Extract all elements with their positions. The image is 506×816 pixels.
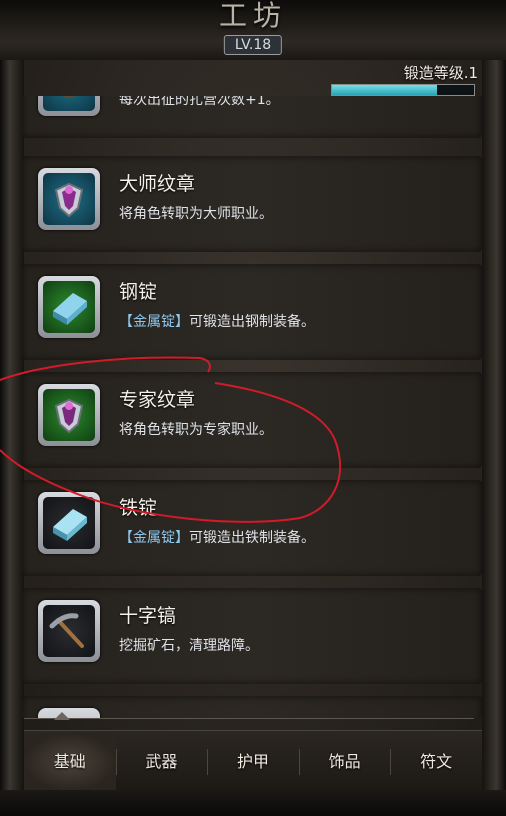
frame-right-border: [482, 0, 506, 816]
item-description: 每次出征的扎营次数+1。: [119, 96, 280, 108]
item-desc-text: 可锻造出钢制装备。: [189, 314, 315, 330]
item-name: 钢锭: [119, 281, 158, 303]
forge-progress-fill: [332, 85, 438, 95]
steel-ingot-icon: [43, 281, 95, 333]
level-badge: LV.18: [223, 35, 283, 55]
item-icon-frame: [38, 96, 100, 116]
list-item[interactable]: 大师纹章 将角色转职为大师职业。: [22, 156, 482, 252]
item-desc-tag: 【金属锭】: [119, 530, 189, 546]
item-name: 十字镐: [119, 605, 177, 627]
forge-progress-bar: [331, 84, 475, 96]
item-icon-frame: [38, 492, 100, 554]
frame-left-border: [0, 0, 24, 816]
tab-armor[interactable]: 护甲: [207, 733, 299, 791]
list-item[interactable]: 每次出征的扎营次数+1。: [22, 96, 482, 138]
list-item[interactable]: [22, 696, 482, 718]
list-item[interactable]: 钢锭 【金属锭】可锻造出钢制装备。: [22, 264, 482, 360]
scroll-up-arrow-icon[interactable]: [54, 712, 70, 720]
list-item[interactable]: 十字镐 挖掘矿石，清理路障。: [22, 588, 482, 684]
pickaxe-icon: [43, 605, 95, 657]
item-name: 专家纹章: [119, 389, 196, 411]
list-bottom-divider: [24, 718, 474, 719]
tab-weapons[interactable]: 武器: [115, 733, 208, 791]
master-emblem-icon: [43, 173, 95, 225]
list-item[interactable]: 专家纹章 将角色转职为专家职业。: [22, 372, 482, 468]
expert-emblem-icon: [43, 389, 95, 441]
item-desc-tag: 【金属锭】: [119, 314, 189, 330]
item-description: 【金属锭】可锻造出钢制装备。: [119, 311, 315, 331]
tab-runes[interactable]: 符文: [390, 733, 482, 791]
item-description: 将角色转职为大师职业。: [119, 206, 273, 222]
list-item[interactable]: 铁锭 【金属锭】可锻造出铁制装备。: [22, 480, 482, 576]
iron-ingot-icon: [43, 497, 95, 549]
workshop-item-list[interactable]: 每次出征的扎营次数+1。 大师纹章 将角色转职为大师职业。 钢锭 【金属锭】可锻…: [22, 96, 482, 718]
item-description: 挖掘矿石，清理路障。: [119, 638, 259, 654]
item-name: 铁锭: [119, 497, 158, 519]
item-icon-frame: [38, 276, 100, 338]
tab-basic[interactable]: 基础: [24, 733, 116, 791]
item-icon-frame: [38, 168, 100, 230]
item-icon-frame: [38, 600, 100, 662]
item-icon-frame: [38, 384, 100, 446]
page-title: 工坊: [218, 0, 287, 32]
tab-accessories[interactable]: 饰品: [298, 733, 391, 791]
category-tabs: 基础 武器 护甲 饰品 符文: [24, 730, 482, 793]
top-header: 工坊 LV.18: [0, 0, 506, 60]
item-desc-text: 可锻造出铁制装备。: [189, 530, 315, 546]
frame-bottom-border: [0, 790, 506, 816]
forge-level-label: 锻造等级.1: [403, 64, 478, 82]
item-description: 将角色转职为专家职业。: [119, 422, 273, 438]
item-description: 【金属锭】可锻造出铁制装备。: [119, 527, 315, 547]
item-name: 大师纹章: [119, 173, 196, 195]
partial-item-icon: [43, 96, 95, 111]
